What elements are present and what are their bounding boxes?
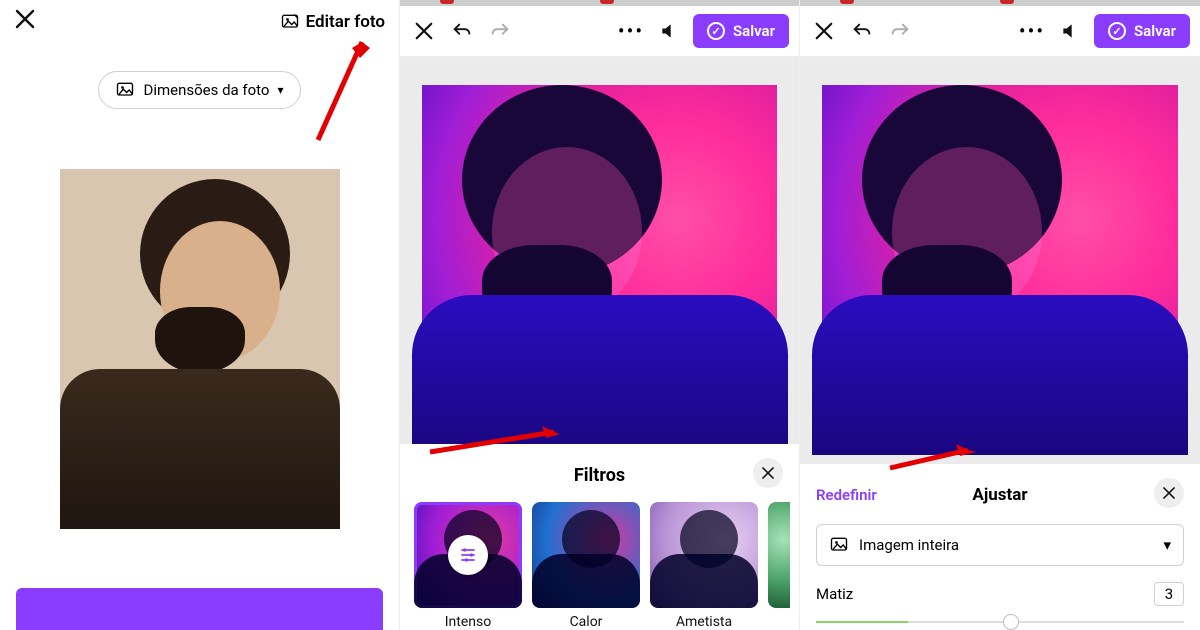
dimensions-label: Dimensões da foto — [143, 81, 269, 99]
image-icon — [829, 535, 849, 555]
sliders-icon — [458, 545, 478, 565]
save-button[interactable]: ✓ Salvar — [693, 14, 789, 48]
hue-label: Matiz — [816, 585, 853, 603]
volume-icon — [659, 21, 679, 41]
portrait-illustration — [60, 169, 340, 529]
edit-photo-button[interactable]: Editar foto — [280, 12, 385, 32]
filters-panel: Filtros Intenso Calor Amet — [400, 444, 799, 630]
redo-button[interactable] — [886, 17, 914, 45]
scope-label: Imagem inteira — [859, 536, 959, 554]
reset-button[interactable]: Redefinir — [816, 486, 877, 504]
filter-label: Calor — [570, 614, 603, 630]
adjust-header: Redefinir Ajustar — [816, 480, 1184, 510]
image-edit-icon — [280, 12, 300, 32]
more-icon: ••• — [1019, 19, 1045, 43]
status-bar — [400, 0, 799, 6]
close-icon — [414, 21, 434, 41]
volume-icon — [1060, 21, 1080, 41]
screen-filters: ••• ✓ Salvar Filtros — [400, 0, 800, 630]
hue-row: Matiz 3 — [816, 582, 1184, 606]
filter-item-calor[interactable]: Calor — [532, 502, 640, 630]
hue-slider[interactable] — [816, 614, 1184, 630]
slider-track — [816, 621, 1184, 623]
scope-select[interactable]: Imagem inteira ▾ — [816, 524, 1184, 566]
close-icon — [1162, 486, 1176, 500]
screen-edit-photo-entry: Editar foto Dimensões da foto ▾ — [0, 0, 400, 630]
hue-value[interactable]: 3 — [1154, 582, 1184, 606]
canvas-image[interactable] — [822, 85, 1178, 437]
filter-label: Intenso — [445, 614, 491, 630]
undo-button[interactable] — [448, 17, 476, 45]
status-bar — [800, 0, 1200, 6]
undo-icon — [851, 20, 873, 42]
redo-icon — [889, 20, 911, 42]
filter-label: Ametista — [676, 614, 732, 630]
filter-adjust-knob[interactable] — [448, 535, 488, 575]
top-row: Editar foto — [0, 0, 399, 43]
close-panel-button[interactable] — [1154, 478, 1184, 508]
more-button[interactable]: ••• — [1018, 17, 1046, 45]
undo-button[interactable] — [848, 17, 876, 45]
check-circle-icon: ✓ — [707, 22, 725, 40]
adjust-title: Ajustar — [972, 485, 1027, 505]
save-label: Salvar — [1134, 22, 1176, 40]
screen-adjust: ••• ✓ Salvar Redefinir Ajustar — [800, 0, 1200, 630]
filter-item-intenso[interactable]: Intenso — [414, 502, 522, 630]
close-icon — [761, 466, 775, 480]
filter-thumb — [532, 502, 640, 608]
filter-thumb — [650, 502, 758, 608]
close-panel-button[interactable] — [753, 458, 783, 488]
dimensions-row: Dimensões da foto ▾ — [0, 71, 399, 109]
editor-topbar: ••• ✓ Salvar — [800, 6, 1200, 57]
filters-header: Filtros — [400, 460, 799, 490]
filter-item-ametista[interactable]: Ametista — [650, 502, 758, 630]
check-circle-icon: ✓ — [1108, 22, 1126, 40]
adjust-panel: Redefinir Ajustar Imagem inteira ▾ Matiz… — [800, 464, 1200, 630]
save-label: Salvar — [733, 22, 775, 40]
more-button[interactable]: ••• — [617, 17, 645, 45]
editor-topbar: ••• ✓ Salvar — [400, 6, 799, 57]
filter-list[interactable]: Intenso Calor Ametista — [400, 502, 799, 630]
close-icon — [14, 8, 36, 30]
canvas-area[interactable] — [800, 57, 1200, 464]
filters-title: Filtros — [574, 465, 625, 486]
edit-photo-label: Editar foto — [306, 12, 385, 32]
save-button[interactable]: ✓ Salvar — [1094, 14, 1190, 48]
photo-preview[interactable] — [60, 169, 340, 529]
portrait-illustration — [822, 85, 1178, 437]
undo-icon — [451, 20, 473, 42]
close-icon — [814, 21, 834, 41]
filter-thumb — [768, 502, 790, 608]
primary-cta-bar[interactable] — [16, 588, 383, 630]
filter-item-next[interactable] — [768, 502, 790, 630]
chevron-down-icon: ▾ — [1163, 536, 1171, 554]
chevron-down-icon: ▾ — [278, 83, 284, 97]
image-icon — [115, 80, 135, 100]
volume-button[interactable] — [655, 17, 683, 45]
filter-thumb — [414, 502, 522, 608]
portrait-illustration — [422, 85, 777, 437]
slider-thumb[interactable] — [1003, 614, 1019, 630]
close-button[interactable] — [410, 17, 438, 45]
canvas-area[interactable] — [400, 57, 799, 444]
close-button[interactable] — [14, 8, 36, 35]
photo-preview-area — [0, 109, 399, 588]
redo-button[interactable] — [486, 17, 514, 45]
more-icon: ••• — [618, 19, 644, 43]
dimensions-button[interactable]: Dimensões da foto ▾ — [98, 71, 300, 109]
close-button[interactable] — [810, 17, 838, 45]
volume-button[interactable] — [1056, 17, 1084, 45]
redo-icon — [489, 20, 511, 42]
canvas-image[interactable] — [422, 85, 777, 437]
